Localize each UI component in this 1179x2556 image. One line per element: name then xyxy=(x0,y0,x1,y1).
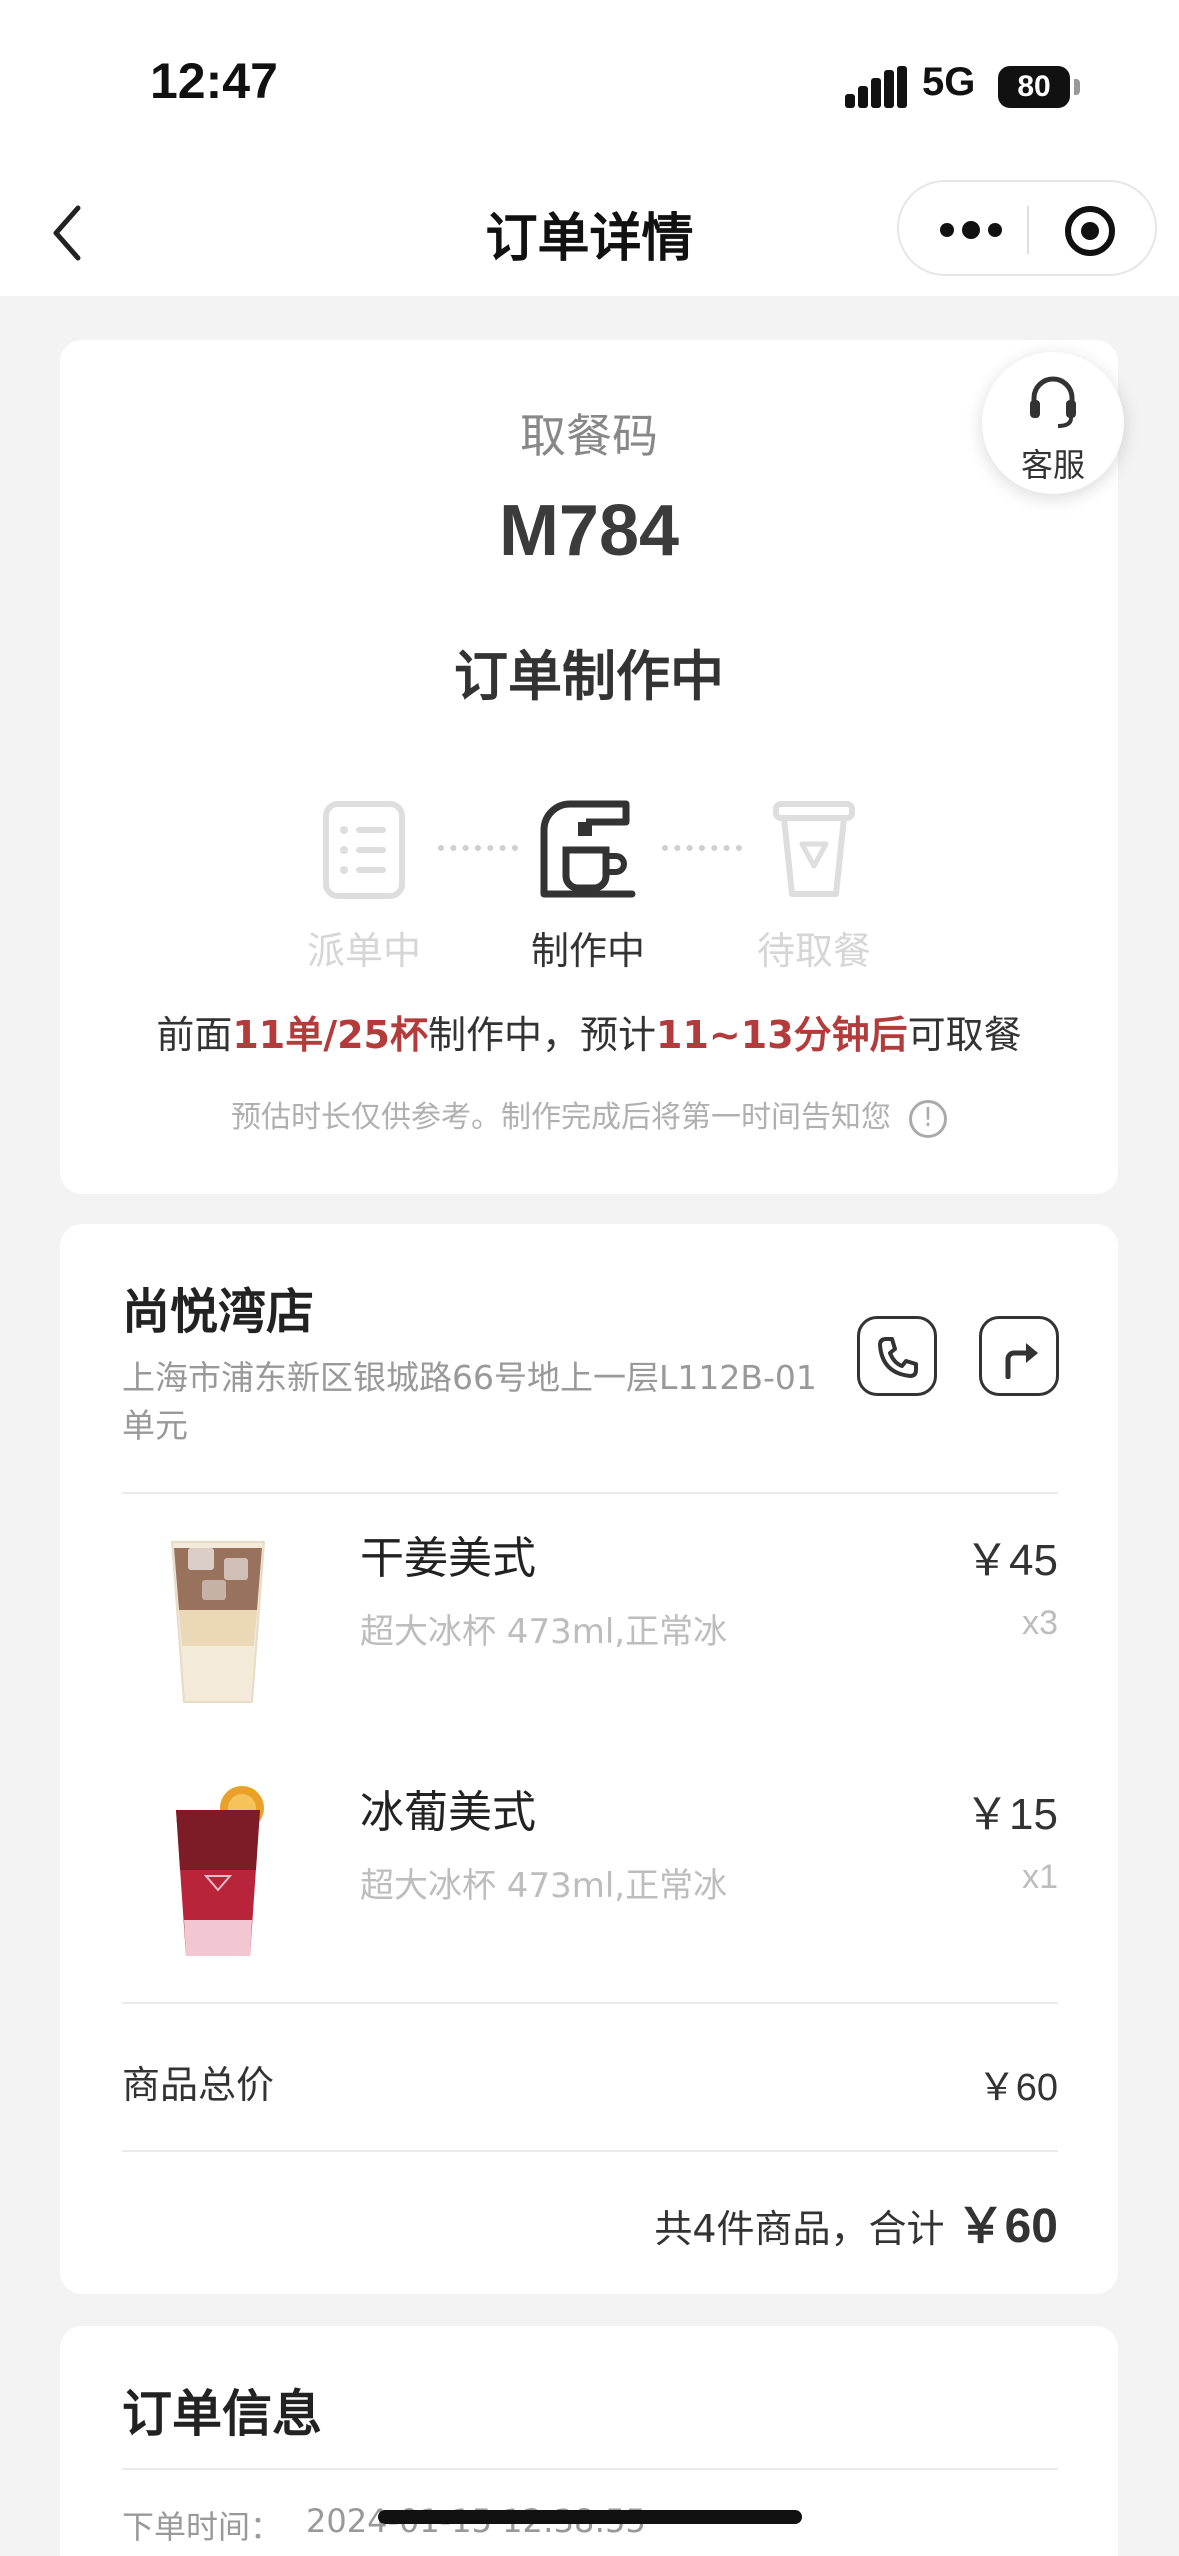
order-info-title: 订单信息 xyxy=(122,2385,322,2443)
item-spec: 超大冰杯 473ml,正常冰 xyxy=(360,1612,728,1652)
phone-icon xyxy=(878,1337,918,1378)
more-button[interactable] xyxy=(935,212,1007,248)
pickup-code: M784 xyxy=(498,491,680,571)
more-dots-icon xyxy=(940,221,1002,239)
mini-program-capsule xyxy=(897,180,1157,276)
item-image-ginger-americano xyxy=(120,1518,316,1714)
divider xyxy=(122,1492,1058,1494)
item-name: 冰葡美式 xyxy=(360,1787,536,1838)
step-connector xyxy=(438,845,518,851)
navigate-store-button[interactable] xyxy=(979,1316,1059,1396)
call-store-button[interactable] xyxy=(857,1316,937,1396)
order-status: 订单制作中 xyxy=(454,645,724,708)
order-total: 共4件商品，合计 ￥60 xyxy=(654,2186,1058,2256)
step-ready-label: 待取餐 xyxy=(756,929,871,973)
queue-mid: 制作中，预计 xyxy=(428,1013,657,1057)
signal-icon xyxy=(845,66,907,108)
store-address: 上海市浦东新区银城路66号地上一层L112B-01单元 xyxy=(122,1358,817,1445)
item-quantity: x1 xyxy=(1022,1858,1058,1896)
capsule-divider xyxy=(1027,206,1029,254)
subtotal-value: ￥60 xyxy=(977,2067,1058,2109)
step-connector xyxy=(662,845,742,851)
queue-eta: 11~13分钟后 xyxy=(656,1013,908,1057)
direction-icon xyxy=(1005,1343,1038,1379)
divider xyxy=(122,2150,1058,2152)
estimate-note: 预估时长仅供参考。制作完成后将第一时间告知您! xyxy=(60,1092,1118,1138)
queue-orders: 11单/25杯 xyxy=(232,1013,429,1057)
status-time: 12:47 xyxy=(150,53,278,109)
order-time-label: 下单时间： xyxy=(122,2508,283,2546)
divider xyxy=(122,2002,1058,2004)
step-making-label: 制作中 xyxy=(530,929,645,973)
total-value: ￥60 xyxy=(956,2200,1058,2253)
home-indicator xyxy=(378,2510,802,2524)
target-icon xyxy=(1065,206,1115,256)
total-prefix: 共4件商品，合计 xyxy=(654,2207,945,2251)
pickup-cup-icon xyxy=(772,800,856,904)
battery-icon: 80 xyxy=(998,66,1080,108)
subtotal-label: 商品总价 xyxy=(122,2063,275,2107)
queue-status: 前面11单/25杯制作中，预计11~13分钟后可取餐 xyxy=(60,1004,1118,1059)
coffee-machine-icon xyxy=(538,800,638,904)
pickup-card xyxy=(60,340,1118,1194)
pickup-code-label: 取餐码 xyxy=(520,409,658,463)
item-spec: 超大冰杯 473ml,正常冰 xyxy=(360,1866,728,1906)
step-dispatch-label: 派单中 xyxy=(306,929,421,973)
status-bar: 12:47 5G 80 xyxy=(0,0,1179,170)
divider xyxy=(122,2468,1058,2470)
item-price: ￥45 xyxy=(965,1536,1058,1585)
item-name: 干姜美式 xyxy=(360,1533,536,1584)
item-price: ￥15 xyxy=(965,1790,1058,1839)
network-type: 5G xyxy=(922,60,976,104)
item-image-iced-grape-americano xyxy=(120,1770,316,1966)
nav-bar: 订单详情 xyxy=(0,170,1179,296)
item-quantity: x3 xyxy=(1022,1604,1058,1642)
dispatch-icon xyxy=(322,800,406,904)
queue-suffix: 可取餐 xyxy=(907,1013,1022,1057)
estimate-note-text: 预估时长仅供参考。制作完成后将第一时间告知您 xyxy=(231,1100,891,1135)
info-icon[interactable]: ! xyxy=(909,1099,947,1138)
queue-prefix: 前面 xyxy=(156,1013,233,1057)
store-name: 尚悦湾店 xyxy=(122,1284,315,1340)
close-mini-program-button[interactable] xyxy=(1063,204,1117,258)
